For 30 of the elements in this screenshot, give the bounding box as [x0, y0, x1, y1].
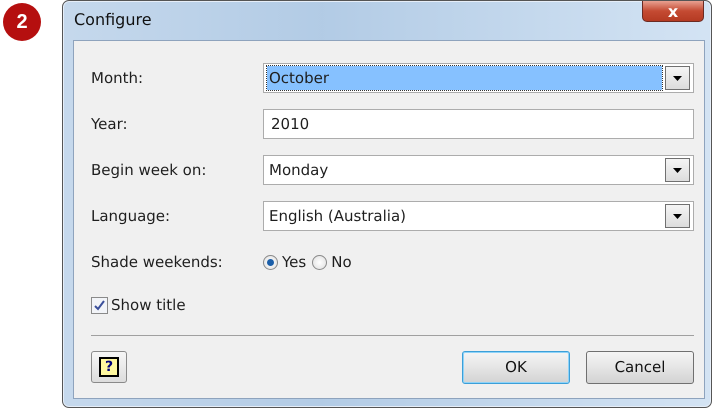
radio-button[interactable]: [312, 254, 328, 270]
checkbox[interactable]: [91, 296, 108, 314]
radio-button[interactable]: [263, 254, 278, 270]
dropdown-field[interactable]: English (Australia): [263, 201, 694, 231]
radio-label: Yes: [282, 253, 306, 271]
radio-label: No: [331, 253, 352, 271]
caret-icon: [673, 214, 682, 218]
field-label: Month:: [91, 69, 144, 87]
field-label: Year:: [91, 115, 129, 133]
dropdown-button[interactable]: [665, 204, 690, 228]
caret-icon: [673, 76, 682, 80]
dropdown-button[interactable]: [665, 66, 690, 90]
close-button[interactable]: x: [642, 1, 704, 22]
field-value: English (Australia): [268, 206, 407, 227]
field-label: Begin week on:: [91, 161, 208, 179]
window-title: Configure: [74, 10, 152, 29]
dialog-button[interactable]: Cancel: [586, 350, 694, 384]
dropdown-button[interactable]: [665, 158, 690, 182]
dropdown-field[interactable]: October: [263, 63, 694, 93]
help-button[interactable]: ?: [91, 351, 127, 383]
field-label: Language:: [91, 207, 172, 225]
field-label: Shade weekends:: [91, 253, 224, 271]
checkbox-label: Show title: [111, 296, 186, 314]
dropdown-field[interactable]: Monday: [263, 155, 694, 185]
field-value: Monday: [268, 160, 330, 181]
field-value: October: [267, 66, 662, 90]
caret-icon: [673, 168, 682, 172]
input-field[interactable]: 2010: [263, 109, 694, 139]
step-badge: 2: [3, 3, 41, 41]
dialog-button[interactable]: OK: [462, 350, 570, 384]
